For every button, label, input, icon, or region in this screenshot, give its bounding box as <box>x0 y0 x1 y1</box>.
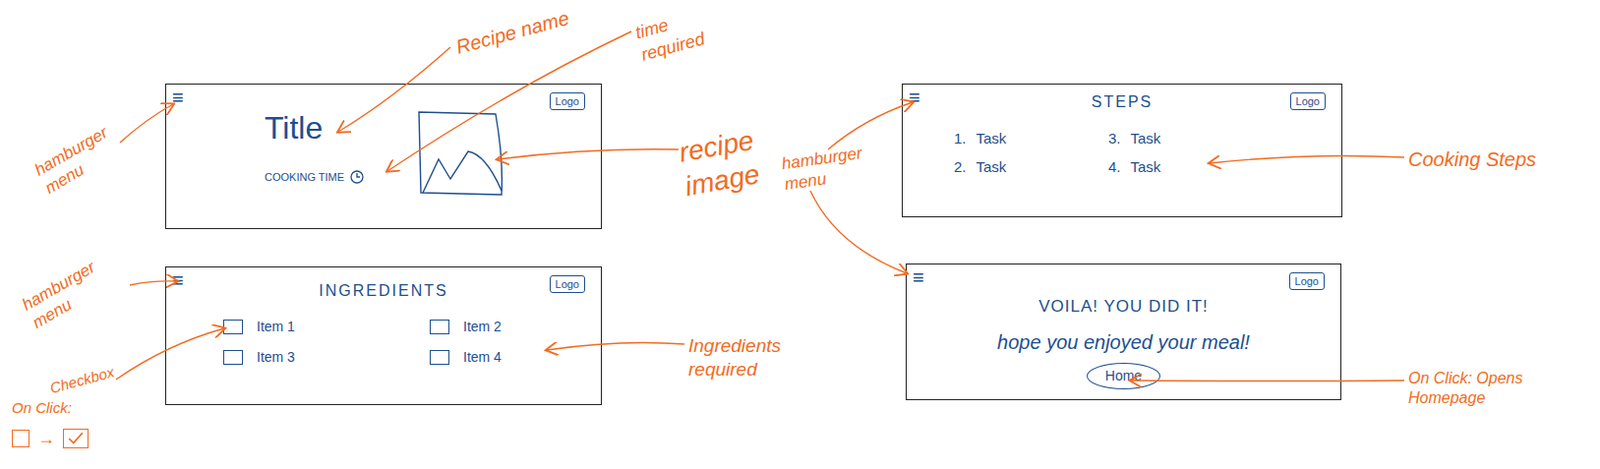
step-item: 4.Task <box>1108 156 1227 179</box>
annotation: Recipe name <box>453 0 593 60</box>
step-item: 1.Task <box>953 127 1109 151</box>
logo: Logo <box>549 92 586 111</box>
ingredient-checkbox[interactable] <box>429 319 450 335</box>
check-icon <box>67 431 84 446</box>
annotation: Checkbox <box>48 359 129 399</box>
right-column: ≡LogoSTEPS1.Task2.Task3.Task4.Task≡LogoV… <box>901 83 1343 406</box>
hamburger-menu-icon[interactable]: ≡ <box>912 266 925 289</box>
click-demo: On Click:→ <box>11 397 89 453</box>
cooking-time: COOKING TIME <box>264 169 417 186</box>
left-column: ≡LogoTitleCOOKING TIME≡LogoINGREDIENTSIt… <box>165 83 602 406</box>
logo: Logo <box>1289 272 1325 291</box>
step-list: 1.Task 2.Task 3.Task 4.Task <box>902 127 1342 178</box>
ingredient-checkbox[interactable] <box>429 350 450 365</box>
recipe-image-icon <box>416 110 506 199</box>
done-message: hope you enjoyed your meal! <box>997 327 1250 357</box>
steps-screen: ≡ LogoSTEPS 1.Task 2.Task 3.Task 4.Task <box>901 83 1343 218</box>
home-button[interactable]: Home <box>1086 362 1161 390</box>
ingredient-item: Item 4 <box>429 347 588 368</box>
done-title: VOILA! YOU DID IT! <box>1038 294 1209 320</box>
annotation-arrows <box>0 0 1600 469</box>
ingredients-screen: ≡ LogoINGREDIENTS Item 1Item 2 Item 3Item 4 <box>165 266 602 406</box>
annotation: time required <box>633 1 721 65</box>
wireframe-canvas: ≡LogoTitleCOOKING TIME≡LogoINGREDIENTSIt… <box>0 0 1600 469</box>
annotation: recipe image <box>676 117 795 204</box>
ingredient-list: Item 1Item 2 Item 3Item 4 <box>166 316 601 368</box>
steps-heading: STEPS <box>902 84 1342 115</box>
hamburger-menu-icon[interactable]: ≡ <box>172 269 184 292</box>
demo-checkbox <box>11 429 30 448</box>
demo-checkbox <box>62 428 89 449</box>
hamburger-menu-icon[interactable]: ≡ <box>908 86 921 109</box>
ingredient-item: Item 2 <box>429 316 588 338</box>
step-item: 2.Task <box>953 156 1109 179</box>
ingredient-item: Item 1 <box>223 316 430 338</box>
annotation: hamburger menu <box>18 242 134 334</box>
done-screen: ≡ Logo VOILA! YOU DID IT! hope you enjoyed … <box>905 263 1342 401</box>
logo: Logo <box>549 275 586 294</box>
ingredient-item: Item 3 <box>223 347 430 368</box>
annotation: hamburger menu <box>30 118 128 199</box>
ingredient-checkbox[interactable] <box>223 319 243 335</box>
screens: ≡LogoTitleCOOKING TIME≡LogoINGREDIENTSIt… <box>0 0 1600 406</box>
annotation: Ingredients required <box>688 334 797 382</box>
recipe-title: Title <box>264 110 417 146</box>
step-item: 3.Task <box>1108 127 1227 151</box>
annotation: Cooking Steps <box>1408 147 1556 173</box>
clock-icon <box>350 170 364 184</box>
recipe-screen: ≡ Logo Title COOKING TIME <box>165 83 602 230</box>
annotation: hamburger menu <box>779 141 874 196</box>
logo: Logo <box>1290 92 1326 111</box>
ingredient-checkbox[interactable] <box>223 350 243 365</box>
hamburger-menu-icon[interactable]: ≡ <box>172 86 184 109</box>
annotation: On Click: Opens Homepage <box>1408 368 1596 409</box>
ingredients-heading: INGREDIENTS <box>166 267 601 303</box>
